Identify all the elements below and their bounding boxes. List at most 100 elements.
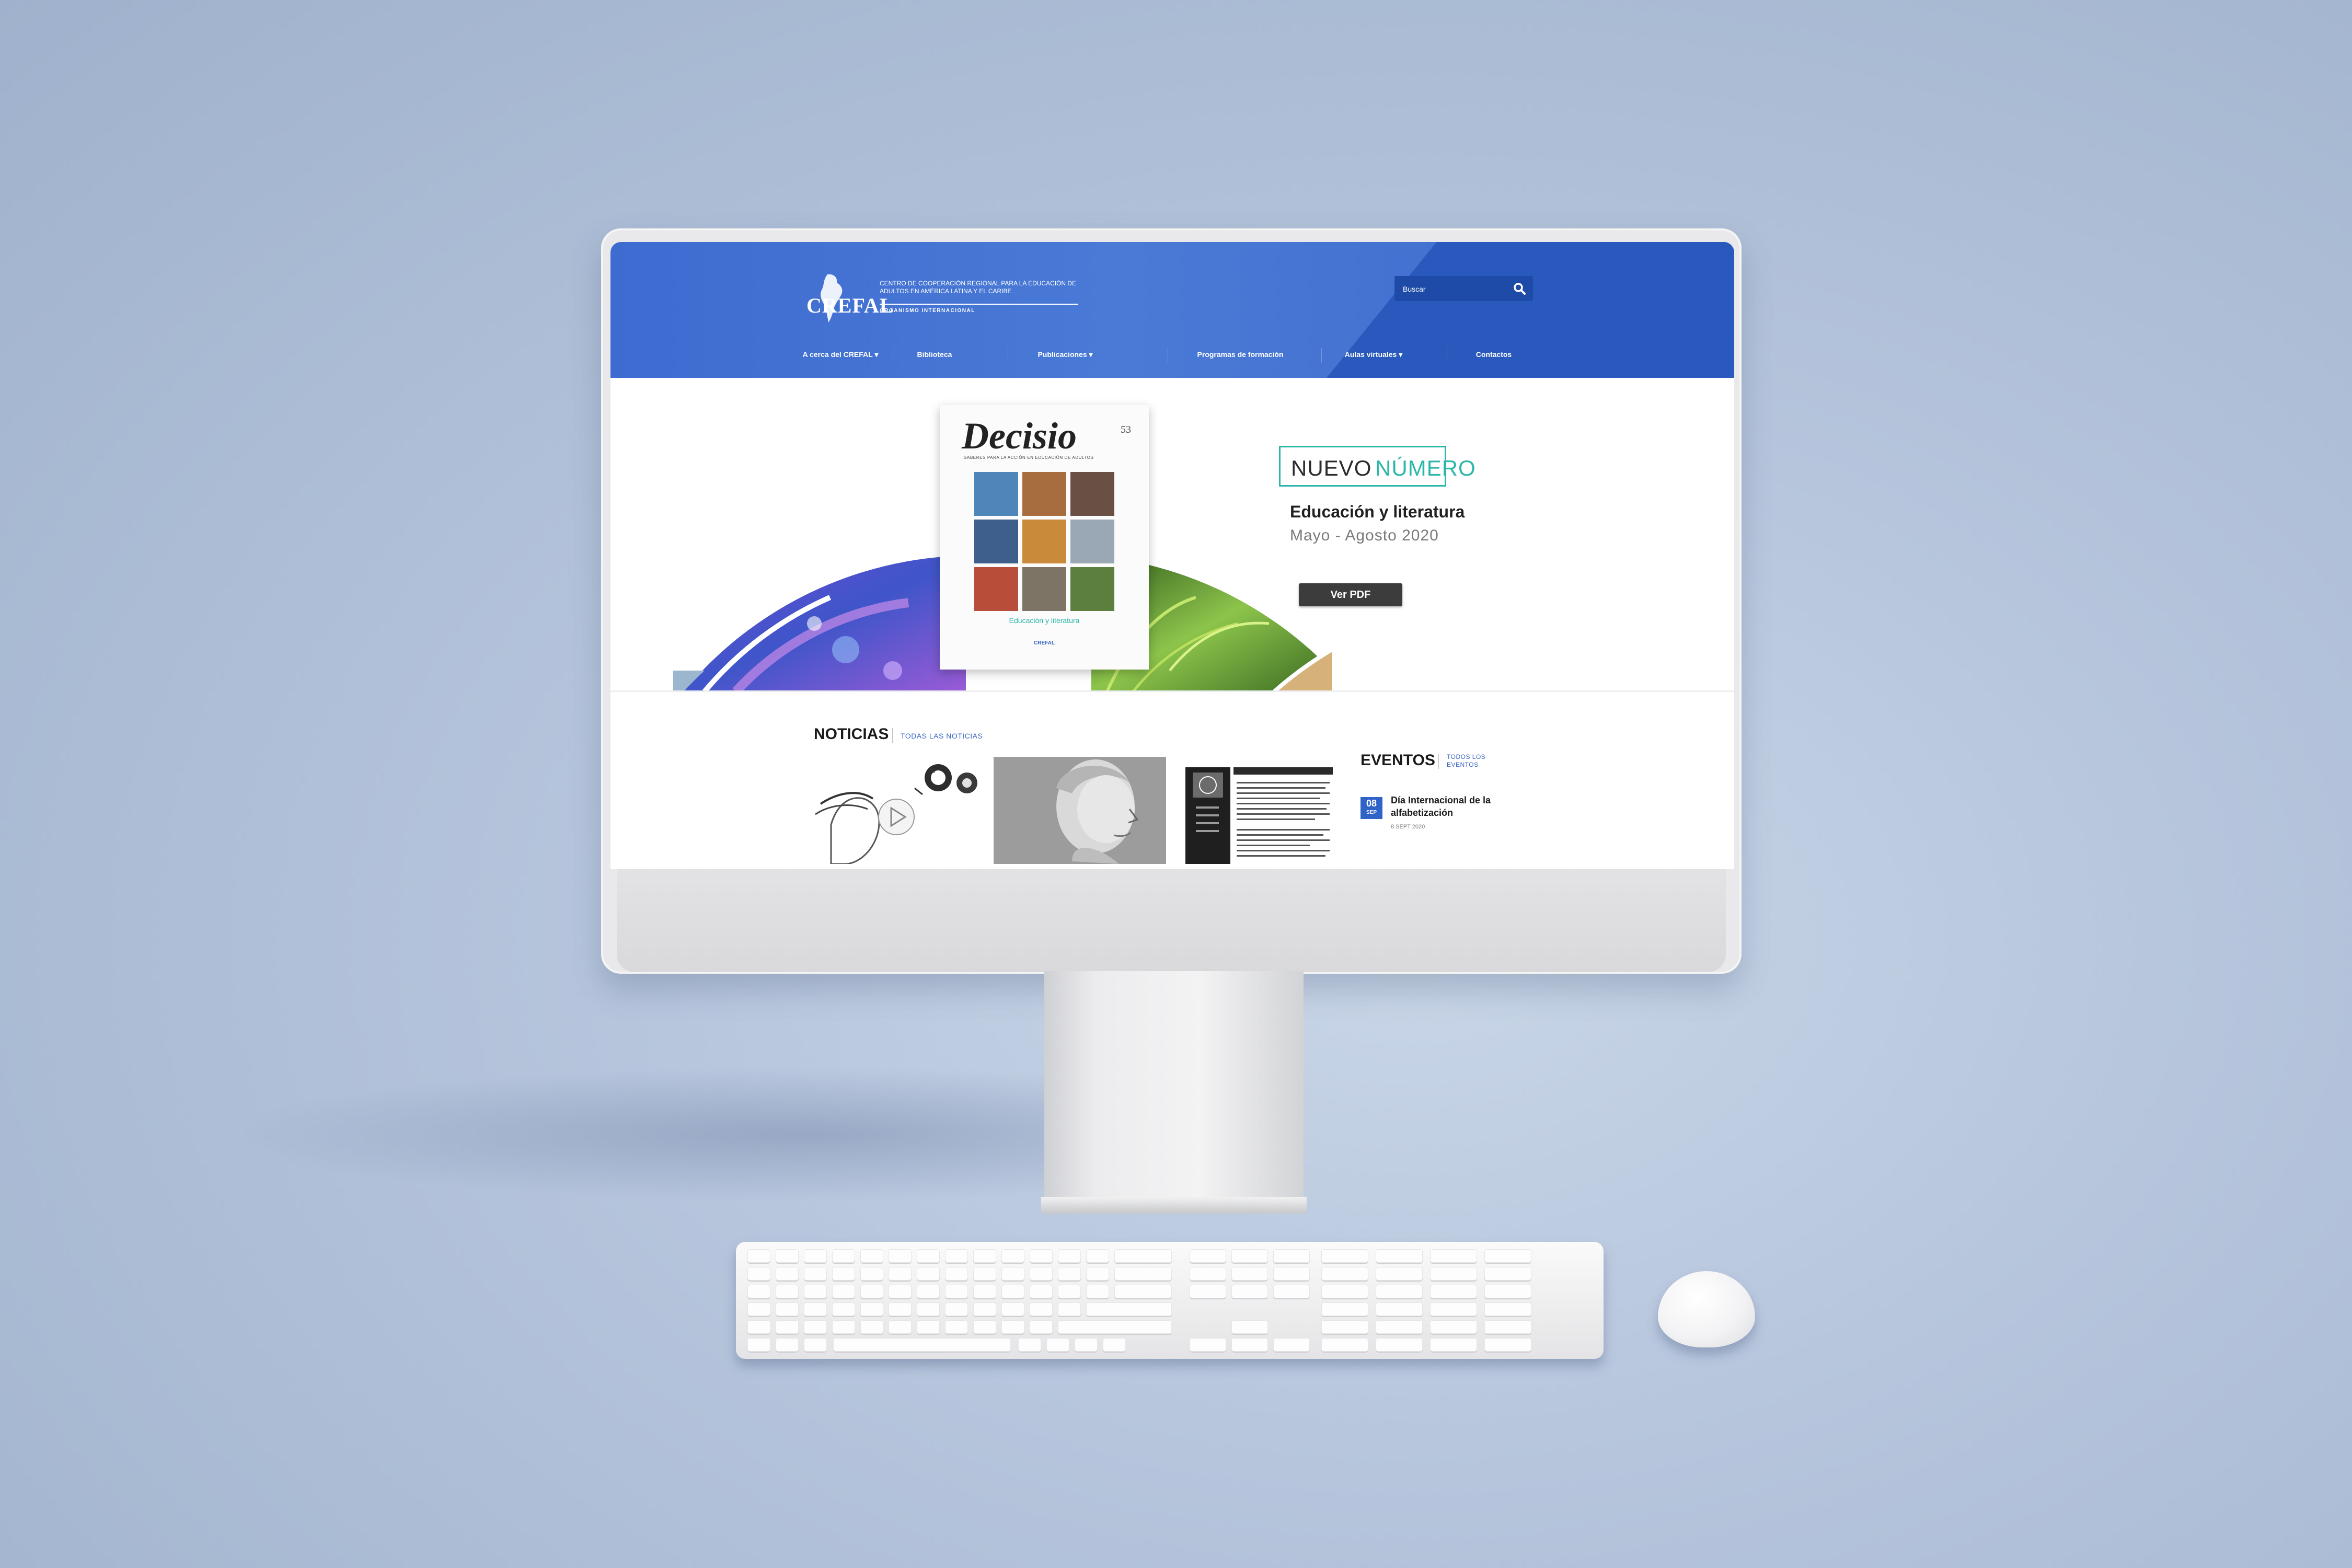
- logo-wordmark: CREFAL: [806, 294, 894, 317]
- nav-item-aulas[interactable]: Aulas virtuales ▾: [1332, 341, 1415, 367]
- cover-photo: [1022, 567, 1066, 611]
- nav-item-contactos[interactable]: Contactos: [1457, 341, 1530, 367]
- keyboard-key: [1430, 1249, 1477, 1263]
- issue-date: Mayo - Agosto 2020: [1290, 527, 1439, 544]
- keyboard-key: [1030, 1267, 1053, 1281]
- keyboard-key: [1103, 1338, 1126, 1352]
- cover-photo: [1022, 472, 1066, 516]
- news-card-document[interactable]: [1185, 757, 1333, 864]
- keyboard-key: [1484, 1302, 1531, 1316]
- keyboard-spacebar: [833, 1338, 1011, 1352]
- keyboard-key: [945, 1285, 968, 1298]
- keyboard-key: [1030, 1302, 1053, 1316]
- keyboard-key: [1273, 1338, 1310, 1352]
- keyboard-key: [973, 1249, 996, 1263]
- keyboard-key: [776, 1267, 799, 1281]
- magazine-title: Decisio: [962, 415, 1077, 457]
- badge-word-numero: NÚMERO: [1375, 456, 1476, 480]
- issue-title: Educación y literatura: [1290, 502, 1465, 521]
- keyboard-key: [804, 1338, 827, 1352]
- keyboard-key: [1321, 1285, 1368, 1298]
- keyboard-key: [1058, 1267, 1081, 1281]
- news-card-illustration[interactable]: [810, 757, 984, 864]
- heading-divider: [1438, 754, 1439, 769]
- keyboard-key: [1376, 1249, 1423, 1263]
- keyboard-key: [1231, 1267, 1268, 1281]
- keyboard-key: [1321, 1249, 1368, 1263]
- cover-photo: [1070, 472, 1114, 516]
- keyboard-key: [1321, 1302, 1368, 1316]
- keyboard-key: [1018, 1338, 1041, 1352]
- cover-photo: [1070, 567, 1114, 611]
- keyboard-key: [747, 1338, 770, 1352]
- keyboard-key: [747, 1267, 770, 1281]
- keyboard-key: [1273, 1249, 1310, 1263]
- keyboard-key: [1376, 1338, 1423, 1352]
- magazine-cover[interactable]: Decisio 53 SABERES PARA LA ACCIÓN EN EDU…: [940, 405, 1149, 670]
- hero-banner: Decisio 53 SABERES PARA LA ACCIÓN EN EDU…: [610, 378, 1734, 692]
- keyboard-key: [1190, 1285, 1226, 1298]
- view-pdf-button[interactable]: Ver PDF: [1299, 583, 1402, 606]
- event-title-link[interactable]: Día Internacional de la alfabetización: [1391, 794, 1511, 819]
- keyboard-key: [1430, 1285, 1477, 1298]
- keyboard-key: [832, 1320, 855, 1334]
- keyboard-key: [1046, 1338, 1069, 1352]
- cover-photo: [1070, 520, 1114, 563]
- cover-photo: [974, 472, 1018, 516]
- keyboard-key: [889, 1302, 912, 1316]
- all-news-link[interactable]: TODAS LAS NOTICIAS: [901, 732, 983, 740]
- keyboard-key: [776, 1302, 799, 1316]
- keyboard-key: [747, 1302, 770, 1316]
- nav-item-publicaciones[interactable]: Publicaciones ▾: [1018, 341, 1112, 367]
- keyboard-key: [1430, 1267, 1477, 1281]
- keyboard-key: [804, 1302, 827, 1316]
- magazine-photo-grid: [974, 472, 1114, 611]
- keyboard-key: [804, 1249, 827, 1263]
- hero-divider: [610, 690, 1734, 692]
- keyboard-key: [1484, 1338, 1531, 1352]
- keyboard-key: [1273, 1285, 1310, 1298]
- keyboard-key: [1273, 1267, 1310, 1281]
- monitor-chin: [617, 868, 1726, 972]
- news-card-portrait[interactable]: [994, 757, 1166, 864]
- events-heading: EVENTOS: [1361, 752, 1435, 769]
- nav-item-programas[interactable]: Programas de formación: [1180, 341, 1300, 367]
- keyboard-key: [1376, 1320, 1423, 1334]
- crefal-logo[interactable]: CREFAL Centro de Cooperación Regional pa…: [806, 272, 1078, 325]
- keyboard-key: [1231, 1285, 1268, 1298]
- keyboard-key: [889, 1249, 912, 1263]
- nav-item-biblioteca[interactable]: Biblioteca: [903, 341, 966, 367]
- search-box: [1394, 276, 1533, 301]
- keyboard-key: [747, 1320, 770, 1334]
- keyboard-key: [917, 1267, 940, 1281]
- search-icon[interactable]: [1513, 282, 1526, 295]
- keyboard-key: [1430, 1320, 1477, 1334]
- keyboard-key: [945, 1320, 968, 1334]
- monitor-stand: [1044, 971, 1304, 1210]
- cover-photo: [1022, 520, 1066, 563]
- keyboard-key: [1030, 1285, 1053, 1298]
- keyboard-key: [1190, 1338, 1226, 1352]
- keyboard-key: [1058, 1249, 1081, 1263]
- keyboard-key: [1030, 1320, 1053, 1334]
- keyboard-key: [1231, 1338, 1268, 1352]
- cover-photo: [974, 567, 1018, 611]
- keyboard-key: [1058, 1302, 1081, 1316]
- monitor-stand-foot: [1041, 1197, 1307, 1214]
- monitor-screen: CREFAL Centro de Cooperación Regional pa…: [610, 242, 1734, 869]
- hero-photo-arc: Decisio 53 SABERES PARA LA ACCIÓN EN EDU…: [673, 378, 1332, 691]
- search-input[interactable]: [1402, 281, 1508, 297]
- logo-divider: [880, 304, 1078, 305]
- keyboard-key: [776, 1249, 799, 1263]
- all-events-link[interactable]: TODOS LOS EVENTOS: [1447, 753, 1489, 769]
- keyboard-key: [1086, 1249, 1109, 1263]
- nav-divider: [1321, 348, 1322, 363]
- keyboard-key: [1058, 1285, 1081, 1298]
- keyboard-key: [889, 1320, 912, 1334]
- nav-item-acerca[interactable]: A cerca del CREFAL ▾: [799, 341, 882, 367]
- event-date-text: 8 SEPT 2020: [1391, 824, 1425, 830]
- keyboard-key: [776, 1338, 799, 1352]
- magazine-tagline: SABERES PARA LA ACCIÓN EN EDUCACIÓN DE A…: [964, 455, 1094, 460]
- keyboard-key: [1430, 1338, 1477, 1352]
- keyboard-key: [1484, 1320, 1531, 1334]
